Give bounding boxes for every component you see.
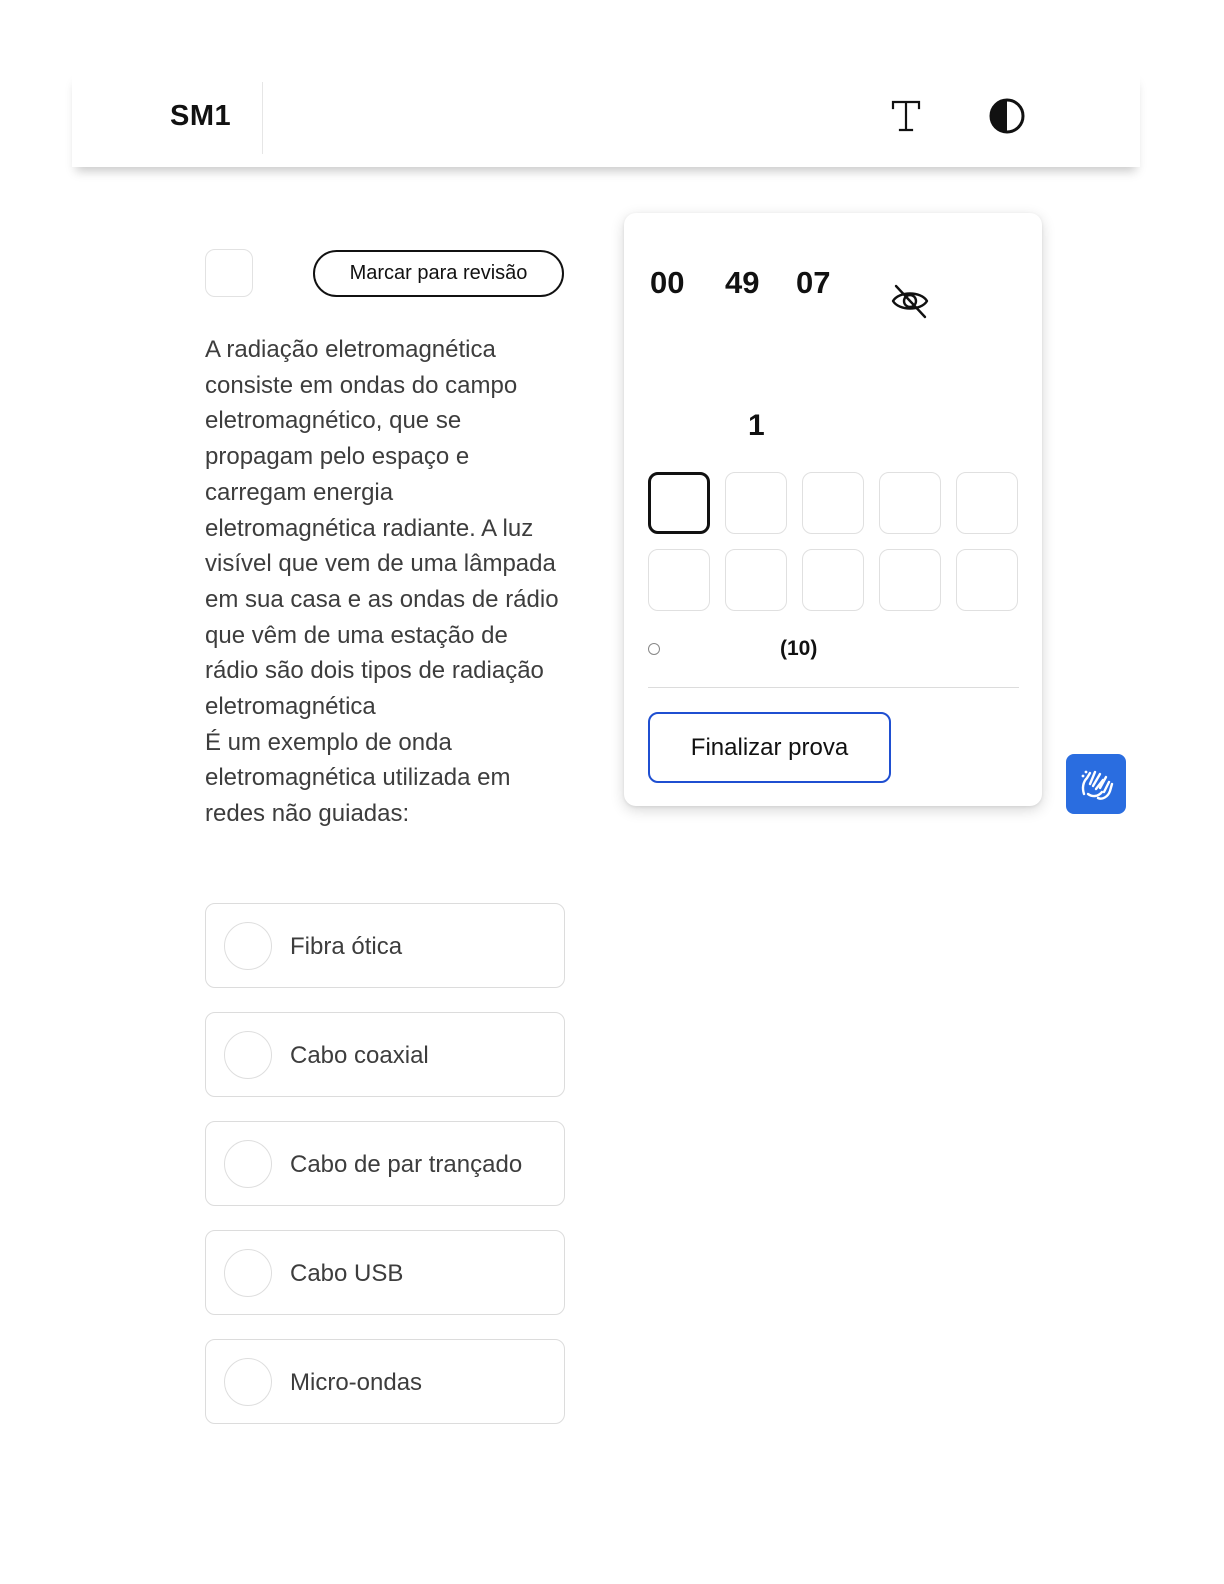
panel-divider: [648, 687, 1019, 688]
question-context-text: A radiação eletromagnética consiste em o…: [205, 336, 559, 721]
question-nav-cell[interactable]: [879, 472, 941, 534]
sign-language-button[interactable]: [1066, 754, 1126, 814]
radio-button[interactable]: [224, 922, 272, 970]
question-nav-cell[interactable]: [648, 472, 710, 534]
radio-button[interactable]: [224, 1358, 272, 1406]
question-nav-cell[interactable]: [725, 549, 787, 611]
question-statement: A radiação eletromagnética consiste em o…: [205, 332, 565, 832]
answer-option-label: Micro-ondas: [290, 1368, 423, 1396]
question-nav-cell[interactable]: [956, 472, 1018, 534]
font-size-button[interactable]: [880, 90, 932, 142]
question-nav-cell[interactable]: [725, 472, 787, 534]
sign-language-hands-icon: [1081, 770, 1114, 800]
question-navigation-grid: [648, 472, 1020, 611]
answer-option[interactable]: Cabo de par trançado: [205, 1121, 565, 1206]
eye-off-icon: [891, 284, 929, 319]
brand-logo: SM1: [170, 100, 232, 132]
answer-option[interactable]: Cabo coaxial: [205, 1012, 565, 1097]
answer-option-label: Cabo de par trançado: [290, 1150, 523, 1178]
question-prompt-text: É um exemplo de onda eletromagnética uti…: [205, 728, 511, 828]
contrast-button[interactable]: [981, 90, 1033, 142]
answer-option-label: Cabo coaxial: [290, 1041, 429, 1069]
answer-option[interactable]: Fibra ótica: [205, 903, 565, 988]
radio-button[interactable]: [224, 1031, 272, 1079]
contrast-icon: [989, 98, 1025, 134]
question-nav-cell[interactable]: [802, 472, 864, 534]
header-divider: [262, 82, 263, 154]
answer-option[interactable]: Cabo USB: [205, 1230, 565, 1315]
question-nav-cell[interactable]: [956, 549, 1018, 611]
answer-options: Fibra ótica Cabo coaxial Cabo de par tra…: [205, 903, 565, 1448]
timer-hours: 00: [650, 265, 685, 300]
question-nav-cell[interactable]: [802, 549, 864, 611]
radio-button[interactable]: [224, 1249, 272, 1297]
timer-seconds: 07: [796, 265, 831, 300]
font-size-icon: [891, 100, 921, 132]
timer-minutes: 49: [725, 265, 760, 300]
mark-for-review-button[interactable]: Marcar para revisão: [313, 250, 564, 297]
answer-option[interactable]: Micro-ondas: [205, 1339, 565, 1424]
current-question-number: 1: [748, 409, 765, 442]
finish-exam-button[interactable]: Finalizar prova: [648, 712, 891, 783]
answer-option-label: Fibra ótica: [290, 932, 403, 960]
exam-navigation-panel: 00 49 07 1 (10) Finalizar prova: [624, 213, 1042, 806]
question-nav-cell[interactable]: [648, 549, 710, 611]
unanswered-count: (10): [780, 637, 818, 660]
radio-button[interactable]: [224, 1140, 272, 1188]
answer-option-label: Cabo USB: [290, 1259, 404, 1287]
question-nav-cell[interactable]: [879, 549, 941, 611]
hide-timer-button[interactable]: [886, 279, 934, 323]
top-header: SM1: [72, 72, 1140, 167]
review-checkbox[interactable]: [205, 249, 253, 297]
unanswered-legend-dot: [648, 643, 660, 655]
